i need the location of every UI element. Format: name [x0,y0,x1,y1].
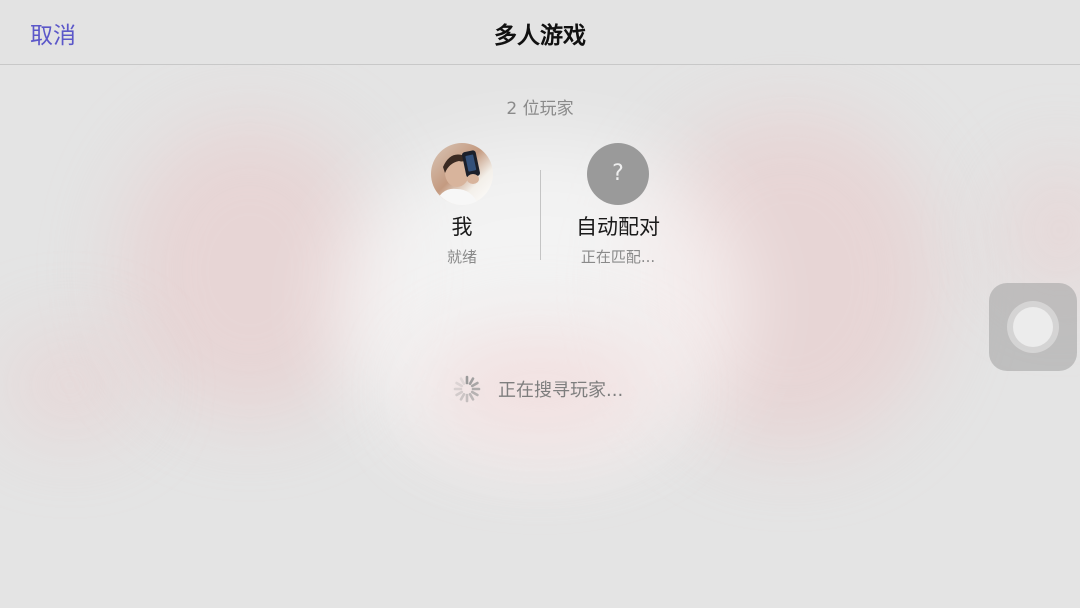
player-status: 正在匹配... [580,248,656,266]
blurred-background [0,0,1080,608]
player-count: 2 位玩家 [506,99,574,119]
navigation-bar: 取消 多人游戏 [0,0,1080,65]
assistive-touch-icon-core [1013,307,1053,347]
spinner-icon [453,375,481,403]
player-name: 我 [451,215,473,239]
page-title: 多人游戏 [494,23,586,49]
user-photo-icon [435,150,480,205]
searching-indicator: 正在搜寻玩家... [452,374,623,404]
searching-text: 正在搜寻玩家... [498,380,624,401]
background-blob [1000,160,1080,300]
background-blob [0,330,140,440]
question-mark-icon: ? [587,143,649,205]
player-status: 就绪 [446,248,477,266]
player-slot-auto-match[interactable]: ? 自动配对 正在匹配... [538,143,698,267]
avatar [431,143,493,205]
player-name: 自动配对 [576,215,660,239]
player-slot-me[interactable]: 我 就绪 [382,143,542,267]
assistive-touch-button[interactable] [989,283,1077,371]
